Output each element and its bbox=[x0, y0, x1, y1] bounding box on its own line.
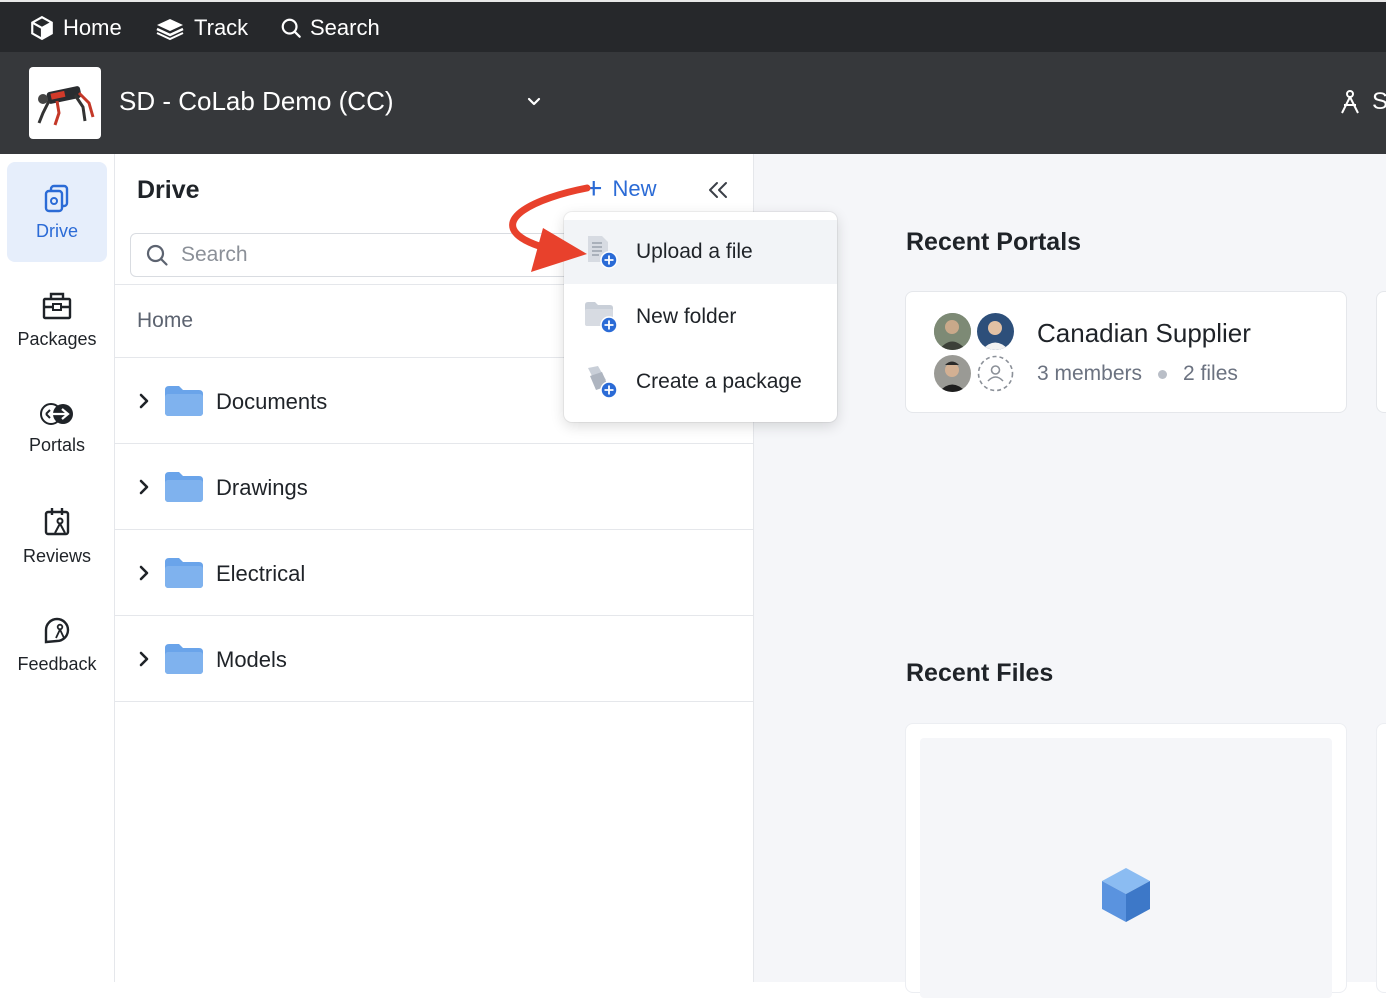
separator-dot bbox=[1158, 369, 1168, 379]
menu-item-upload-file[interactable]: Upload a file bbox=[564, 220, 837, 284]
folder-name: Models bbox=[216, 647, 287, 672]
portal-card-partial[interactable] bbox=[1376, 291, 1386, 413]
collapse-panel-icon[interactable] bbox=[703, 176, 733, 206]
rail-item-label: Packages bbox=[17, 328, 97, 349]
menu-item-create-package[interactable]: Create a package bbox=[564, 350, 837, 414]
chevron-down-icon[interactable] bbox=[524, 92, 544, 112]
rail-item-label: Feedback bbox=[17, 653, 97, 674]
package-icon bbox=[42, 292, 72, 319]
recent-files-title: Recent Files bbox=[906, 659, 1054, 687]
portal-name: Canadian Supplier bbox=[1037, 318, 1251, 348]
chevron-right-icon[interactable] bbox=[137, 478, 151, 496]
folder-row-models[interactable]: Models bbox=[115, 616, 754, 702]
nav-search[interactable]: Search bbox=[280, 12, 380, 44]
portal-meta: 3 members 2 files bbox=[1037, 362, 1238, 386]
workspace-logo[interactable] bbox=[29, 67, 101, 139]
chevron-right-icon[interactable] bbox=[137, 650, 151, 668]
plus-icon: + bbox=[585, 172, 603, 205]
chevron-right-icon[interactable] bbox=[137, 564, 151, 582]
3d-model-icon bbox=[1102, 868, 1150, 922]
nav-home-label: Home bbox=[63, 15, 122, 40]
file-thumbnail bbox=[920, 738, 1332, 998]
menu-item-label: New folder bbox=[636, 305, 737, 328]
workspace-user-menu[interactable]: S bbox=[1338, 88, 1386, 116]
rail-item-feedback[interactable]: Feedback bbox=[7, 594, 107, 694]
new-button-label: New bbox=[612, 176, 657, 201]
menu-item-label: Create a package bbox=[636, 370, 802, 393]
rail-item-label: Portals bbox=[28, 434, 86, 455]
folder-name: Electrical bbox=[216, 561, 306, 586]
chevron-right-icon[interactable] bbox=[137, 392, 151, 410]
recent-portals-title: Recent Portals bbox=[906, 228, 1082, 256]
main-content: Recent Portals Canadian Supplier 3 membe… bbox=[754, 154, 1386, 998]
left-navigation-rail: Drive Packages Portals Reviews Feedback bbox=[0, 154, 115, 982]
folder-row-drawings[interactable]: Drawings bbox=[115, 444, 754, 530]
file-card[interactable] bbox=[905, 723, 1347, 998]
workspace-title: SD - CoLab Demo (CC) bbox=[119, 86, 394, 116]
review-icon bbox=[44, 507, 70, 535]
folder-icon bbox=[165, 644, 203, 674]
workspace-header: SD - CoLab Demo (CC) S bbox=[0, 52, 1386, 154]
rail-item-portals[interactable]: Portals bbox=[7, 378, 107, 478]
folder-name: Documents bbox=[216, 389, 328, 414]
folder-icon bbox=[165, 558, 203, 588]
workspace-right-label: S bbox=[1372, 88, 1386, 115]
rail-item-reviews[interactable]: Reviews bbox=[7, 486, 107, 586]
create-package-icon bbox=[588, 366, 618, 399]
nav-home[interactable]: Home bbox=[29, 12, 122, 44]
empty-member-avatar-icon bbox=[977, 355, 1014, 392]
search-icon bbox=[146, 244, 168, 266]
folder-icon bbox=[165, 386, 203, 416]
top-navigation-bar: Home Track Search bbox=[0, 0, 1386, 52]
portal-members: 3 members bbox=[1037, 362, 1143, 385]
nav-track-label: Track bbox=[194, 15, 249, 40]
new-dropdown-menu: Upload a file New folder Create a packag… bbox=[564, 212, 837, 422]
compass-icon bbox=[1341, 90, 1359, 114]
robot-dog-logo bbox=[37, 86, 95, 126]
nav-search-label: Search bbox=[310, 15, 380, 40]
search-input[interactable] bbox=[181, 243, 561, 267]
portal-card[interactable]: Canadian Supplier 3 members 2 files bbox=[905, 291, 1347, 413]
drive-search[interactable] bbox=[130, 233, 570, 277]
rail-item-label: Drive bbox=[35, 220, 78, 241]
upload-file-icon bbox=[588, 236, 618, 269]
avatar bbox=[934, 313, 971, 350]
portal-icon bbox=[40, 402, 73, 425]
new-button[interactable]: + New bbox=[585, 172, 657, 205]
folder-name: Drawings bbox=[216, 475, 308, 500]
rail-item-drive[interactable]: Drive bbox=[7, 162, 107, 262]
cube-icon bbox=[31, 15, 53, 41]
search-icon bbox=[281, 18, 301, 38]
rail-item-label: Reviews bbox=[22, 545, 92, 566]
drive-title: Drive bbox=[137, 176, 200, 204]
avatar bbox=[977, 313, 1014, 350]
new-folder-icon bbox=[585, 302, 618, 334]
rail-item-packages[interactable]: Packages bbox=[7, 270, 107, 370]
folder-icon bbox=[165, 472, 203, 502]
feedback-icon bbox=[44, 617, 70, 643]
portal-files: 2 files bbox=[1183, 362, 1238, 385]
menu-item-label: Upload a file bbox=[636, 240, 753, 263]
nav-track[interactable]: Track bbox=[154, 12, 248, 44]
menu-item-new-folder[interactable]: New folder bbox=[564, 285, 837, 349]
folder-row-electrical[interactable]: Electrical bbox=[115, 530, 754, 616]
layers-icon bbox=[156, 19, 184, 41]
breadcrumb[interactable]: Home bbox=[137, 309, 193, 333]
avatar bbox=[934, 355, 971, 392]
drive-icon bbox=[44, 184, 69, 212]
file-card-partial[interactable] bbox=[1376, 723, 1386, 993]
